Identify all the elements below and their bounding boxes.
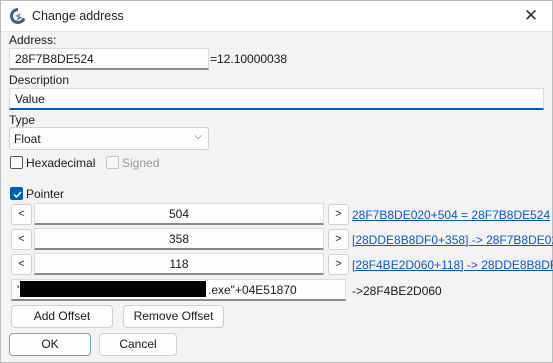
- offset-decrease-button[interactable]: <: [11, 254, 32, 275]
- pointer-label: Pointer: [26, 187, 65, 201]
- hexadecimal-checkbox[interactable]: [10, 156, 23, 169]
- offset-input[interactable]: 504: [34, 203, 324, 225]
- base-address-prefix: ': [17, 283, 20, 297]
- offset-increase-button[interactable]: >: [328, 204, 349, 225]
- title-bar: Change address ✕: [1, 1, 552, 32]
- address-input[interactable]: 28F7B8DE524: [9, 48, 209, 70]
- chevron-down-icon: ⌵: [194, 131, 202, 142]
- cancel-button[interactable]: Cancel: [99, 333, 177, 356]
- pointer-checkbox[interactable]: [10, 187, 23, 200]
- base-address-result: ->28F4BE2D060: [352, 284, 442, 298]
- type-select[interactable]: Float ⌵: [9, 127, 209, 150]
- ok-button[interactable]: OK: [9, 333, 91, 356]
- change-address-dialog: Change address ✕ Address: 28F7B8DE524 =1…: [0, 0, 553, 363]
- type-label: Type: [9, 113, 36, 127]
- offset-input[interactable]: 118: [34, 253, 324, 275]
- add-offset-button[interactable]: Add Offset: [11, 305, 113, 328]
- cheat-engine-icon: [10, 8, 26, 24]
- close-button[interactable]: ✕: [510, 1, 552, 31]
- type-select-value: Float: [14, 132, 41, 146]
- remove-offset-button[interactable]: Remove Offset: [123, 305, 224, 328]
- signed-label: Signed: [122, 156, 160, 170]
- offset-result-link[interactable]: [28F4BE2D060+118] -> 28DDE8B8DF0: [352, 258, 553, 272]
- signed-checkbox: [106, 156, 119, 169]
- hexadecimal-label: Hexadecimal: [26, 156, 96, 170]
- offset-result-link[interactable]: [28DDE8B8DF0+358] -> 28F7B8DE020: [352, 233, 553, 247]
- offset-increase-button[interactable]: >: [328, 229, 349, 250]
- offset-increase-button[interactable]: >: [328, 254, 349, 275]
- offset-result-link[interactable]: 28F7B8DE020+504 = 28F7B8DE524: [352, 208, 550, 222]
- address-value-readout: =12.10000038: [210, 52, 288, 66]
- close-icon: ✕: [523, 6, 539, 25]
- offset-decrease-button[interactable]: <: [11, 204, 32, 225]
- address-label: Address:: [9, 33, 57, 47]
- description-input[interactable]: Value: [9, 88, 544, 110]
- offset-decrease-button[interactable]: <: [11, 229, 32, 250]
- offset-input[interactable]: 358: [34, 228, 324, 250]
- checkmark-icon: [13, 191, 22, 199]
- window-title: Change address: [32, 9, 124, 23]
- base-address-offset: .exe"+04E51870: [208, 283, 297, 297]
- description-label: Description: [9, 73, 70, 87]
- redacted-module-name: [20, 281, 206, 297]
